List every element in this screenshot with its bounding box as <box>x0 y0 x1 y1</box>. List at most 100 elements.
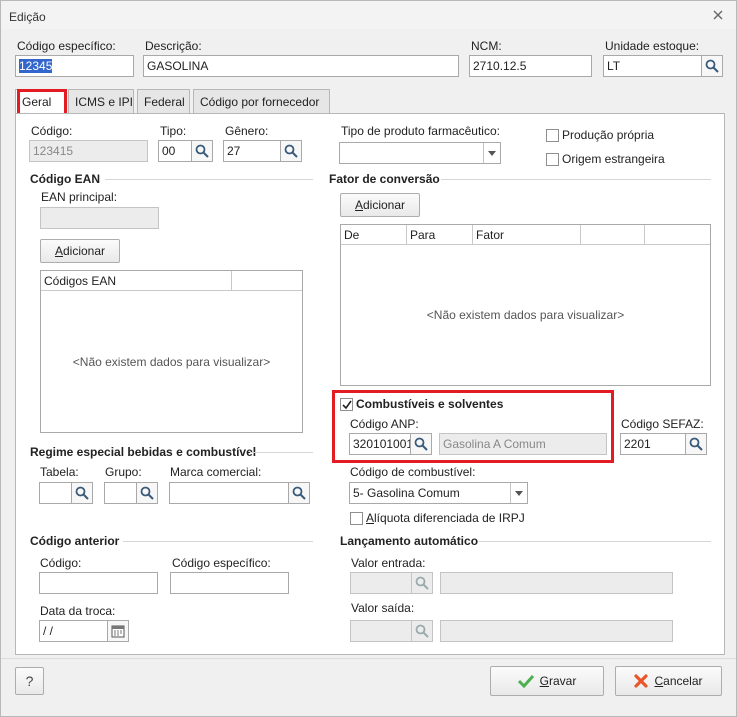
ean-grid[interactable]: Códigos EAN <Não existem dados para visu… <box>40 270 303 433</box>
window-title: Edição <box>9 10 46 24</box>
check-icon <box>341 400 352 409</box>
search-icon <box>415 576 429 590</box>
producao-propria-checkbox[interactable] <box>546 129 559 142</box>
search-icon <box>195 144 209 158</box>
fator-grid-header: De Para Fator <box>341 225 710 245</box>
marca-search-button[interactable] <box>288 482 310 504</box>
valor-entrada-label: Valor entrada: <box>351 556 426 570</box>
fator-empty-message: <Não existem dados para visualizar> <box>426 308 625 322</box>
edit-dialog: Edição Código específico: 12345 Descriçã… <box>0 0 737 717</box>
check-icon <box>517 674 534 688</box>
ean-column-header[interactable]: Códigos EAN <box>41 271 232 290</box>
chevron-down-icon[interactable] <box>510 483 527 503</box>
codigo-especifico-input[interactable]: 12345 <box>15 55 134 77</box>
valor-saida-input <box>350 620 412 642</box>
tipo-input[interactable]: 00 <box>158 140 192 162</box>
codigo-input: 123415 <box>29 140 148 162</box>
genero-search-button[interactable] <box>280 140 302 162</box>
unidade-search-button[interactable] <box>701 55 723 77</box>
ean-add-button[interactable]: Adicionar <box>40 239 120 263</box>
regime-section-title: Regime especial bebidas e combustível <box>30 445 257 459</box>
title-bar: Edição <box>1 1 736 29</box>
fator-col-fator[interactable]: Fator <box>473 225 581 244</box>
help-button[interactable]: ? <box>15 667 44 695</box>
anterior-codigo-especifico-label: Código específico: <box>172 556 271 570</box>
aliquota-label: Alíquota diferenciada de IRPJ <box>366 511 525 525</box>
gravar-label: ravar <box>549 674 577 688</box>
ean-add-mnemonic: A <box>54 244 63 258</box>
cancelar-button[interactable]: Cancelar <box>615 666 722 696</box>
tipo-farmaceutico-label: Tipo de produto farmacêutico: <box>341 124 500 138</box>
anterior-codigo-especifico-input[interactable] <box>170 572 289 594</box>
marca-input[interactable] <box>169 482 289 504</box>
search-icon <box>292 486 306 500</box>
codigo-combustivel-select[interactable]: 5- Gasolina Comum <box>349 482 528 504</box>
codigo-label: Código: <box>31 124 73 138</box>
ean-add-label: dicionar <box>62 244 106 258</box>
data-troca-input[interactable]: / / <box>39 620 108 642</box>
codigo-anp-label: Código ANP: <box>350 417 419 431</box>
fator-col-para[interactable]: Para <box>407 225 473 244</box>
tabela-input[interactable] <box>39 482 72 504</box>
gravar-mnemonic: G <box>539 674 549 688</box>
codigo-anp-input[interactable]: 320101001 <box>349 433 411 455</box>
fator-add-mnemonic: A <box>354 198 363 212</box>
anterior-codigo-input[interactable] <box>39 572 158 594</box>
close-icon[interactable] <box>711 9 725 23</box>
tab-federal[interactable]: Federal <box>137 89 190 113</box>
marca-label: Marca comercial: <box>170 465 262 479</box>
cancelar-label: ancelar <box>663 674 703 688</box>
ean-empty-message: <Não existem dados para visualizar> <box>72 355 271 369</box>
fator-add-button[interactable]: Adicionar <box>340 193 420 217</box>
tipo-search-button[interactable] <box>191 140 213 162</box>
fator-section-title: Fator de conversão <box>329 172 440 186</box>
origem-estrangeira-label: Origem estrangeira <box>562 152 665 166</box>
valor-saida-search-button <box>411 620 433 642</box>
tab-icms-ipi[interactable]: ICMS e IPI <box>68 89 134 113</box>
ean-section-title: Código EAN <box>30 172 100 186</box>
ean-principal-input <box>40 207 159 229</box>
search-icon <box>75 486 89 500</box>
combustiveis-checkbox[interactable] <box>340 398 353 411</box>
calendar-button[interactable] <box>107 620 129 642</box>
fator-grid[interactable]: De Para Fator <Não existem dados para vi… <box>340 224 711 386</box>
descricao-label: Descrição: <box>145 39 202 53</box>
tab-federal-label: Federal <box>144 95 185 109</box>
genero-label: Gênero: <box>225 124 269 138</box>
grupo-search-button[interactable] <box>136 482 158 504</box>
ean-grid-header: Códigos EAN <box>41 271 302 291</box>
tabela-search-button[interactable] <box>71 482 93 504</box>
sefaz-search-button[interactable] <box>685 433 707 455</box>
grupo-label: Grupo: <box>105 465 142 479</box>
search-icon <box>415 624 429 638</box>
anp-search-button[interactable] <box>410 433 432 455</box>
fator-col-de[interactable]: De <box>341 225 407 244</box>
search-icon <box>284 144 298 158</box>
help-icon: ? <box>25 673 34 689</box>
valor-saida-label: Valor saída: <box>351 601 415 615</box>
footer-divider <box>1 658 736 659</box>
lancamento-section-divider <box>479 541 711 542</box>
origem-estrangeira-checkbox[interactable] <box>546 153 559 166</box>
tab-codigo-fornecedor[interactable]: Código por fornecedor <box>193 89 330 113</box>
tabela-label: Tabela: <box>40 465 79 479</box>
fator-section-divider <box>441 179 711 180</box>
ncm-input[interactable]: 2710.12.5 <box>469 55 592 77</box>
gravar-button[interactable]: Gravar <box>490 666 604 696</box>
genero-input[interactable]: 27 <box>223 140 281 162</box>
data-troca-label: Data da troca: <box>40 604 116 618</box>
tipo-farmaceutico-select[interactable] <box>339 142 501 164</box>
chevron-down-icon[interactable] <box>483 143 500 163</box>
unidade-estoque-input[interactable]: LT <box>603 55 702 77</box>
ean-column-blank <box>232 271 302 290</box>
codigo-especifico-label: Código específico: <box>17 39 116 53</box>
producao-propria-label: Produção própria <box>562 128 655 142</box>
descricao-input[interactable]: GASOLINA <box>143 55 459 77</box>
lancamento-section-title: Lançamento automático <box>340 534 479 548</box>
aliquota-mnemonic: A <box>366 511 375 525</box>
fator-col-blank-1 <box>581 225 645 244</box>
grupo-input[interactable] <box>104 482 137 504</box>
tab-codigo-fornecedor-label: Código por fornecedor <box>200 95 320 109</box>
aliquota-checkbox[interactable] <box>350 512 363 525</box>
codigo-sefaz-input[interactable]: 2201 <box>620 433 686 455</box>
